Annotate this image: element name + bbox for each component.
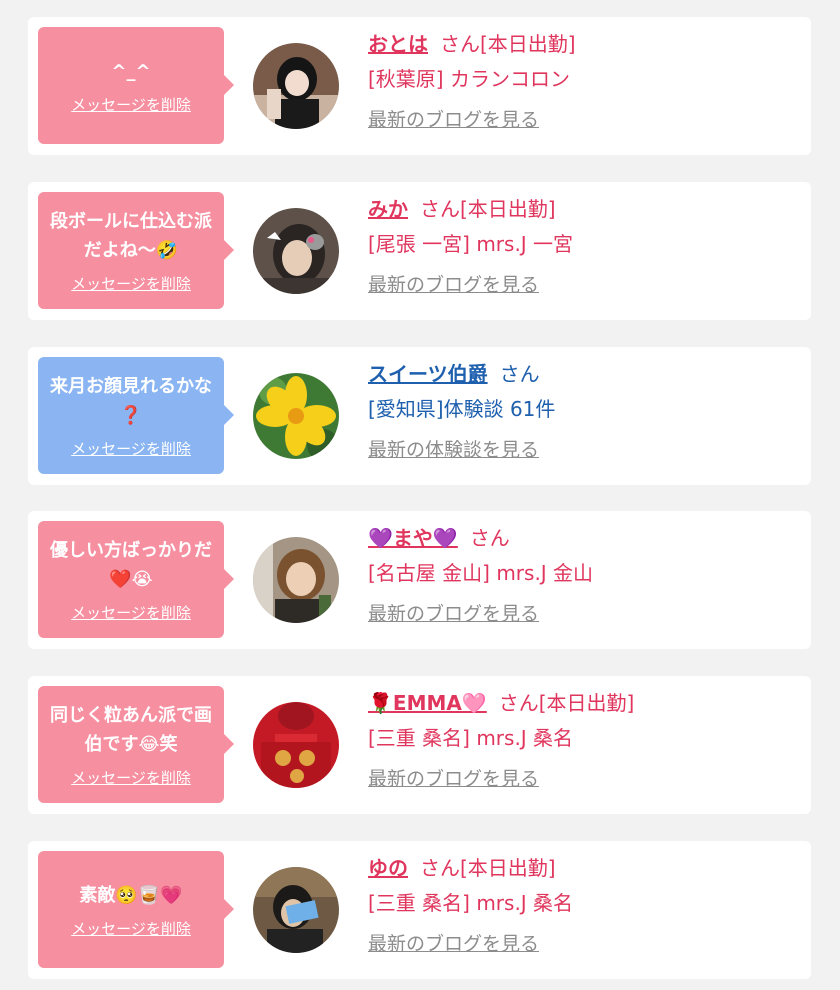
message-card: 段ボールに仕込む派だよね〜🤣 メッセージを削除 みか さん[本日出勤] [尾張 一… — [28, 182, 811, 320]
delete-message-link[interactable]: メッセージを削除 — [71, 94, 191, 115]
attendance-status: [本日出勤] — [480, 32, 576, 56]
honorific: さん — [499, 362, 540, 386]
message-card: 優しい方ばっかりだ❤️😭 メッセージを削除 💜まや💜 さん [名古屋 金山] mr… — [28, 511, 811, 649]
user-name-link[interactable]: 🌹EMMA🩷 — [368, 691, 487, 715]
honorific: さん — [420, 856, 460, 880]
latest-blog-link[interactable]: 最新のブログを見る — [368, 599, 539, 626]
latest-blog-link[interactable]: 最新のブログを見る — [368, 929, 539, 956]
attendance-status: [本日出勤] — [460, 856, 556, 880]
message-bubble: 来月お顔見れるかな❓ メッセージを削除 — [38, 357, 234, 474]
user-name-link[interactable]: ゆの — [368, 856, 408, 880]
message-card: ^_^ メッセージを削除 おとは さん[本日出勤] [秋葉原] カランコロン 最新… — [28, 17, 811, 155]
latest-blog-link[interactable]: 最新のブログを見る — [368, 105, 539, 132]
avatar[interactable] — [253, 208, 339, 294]
avatar[interactable] — [253, 702, 339, 788]
user-name-link[interactable]: おとは — [368, 32, 428, 56]
message-card: 来月お顔見れるかな❓ メッセージを削除 スイーツ伯爵 さん [愛知県]体験談 6… — [28, 347, 811, 485]
latest-review-link[interactable]: 最新の体験談を見る — [368, 435, 539, 462]
review-count-info: [愛知県]体験談 61件 — [368, 397, 556, 421]
shop-info: [秋葉原] カランコロン — [368, 67, 570, 91]
message-text: 来月お顔見れるかな❓ — [50, 376, 212, 426]
message-list: ^_^ メッセージを削除 おとは さん[本日出勤] [秋葉原] カランコロン 最新… — [0, 0, 840, 990]
delete-message-link[interactable]: メッセージを削除 — [71, 273, 191, 294]
shop-info: [三重 桑名] mrs.J 桑名 — [368, 726, 574, 750]
user-info: みか さん[本日出勤] [尾張 一宮] mrs.J 一宮 最新のブログを見る — [368, 192, 801, 297]
honorific: さん — [440, 32, 480, 56]
delete-message-link[interactable]: メッセージを削除 — [71, 602, 191, 623]
avatar[interactable] — [253, 373, 339, 459]
delete-message-link[interactable]: メッセージを削除 — [71, 767, 191, 788]
latest-blog-link[interactable]: 最新のブログを見る — [368, 270, 539, 297]
honorific: さん — [469, 526, 510, 550]
user-info: 🌹EMMA🩷 さん[本日出勤] [三重 桑名] mrs.J 桑名 最新のブログを見… — [368, 686, 801, 791]
message-bubble: ^_^ メッセージを削除 — [38, 27, 234, 144]
user-info: 💜まや💜 さん [名古屋 金山] mrs.J 金山 最新のブログを見る — [368, 521, 801, 626]
user-name-link[interactable]: 💜まや💜 — [368, 526, 458, 550]
message-bubble: 優しい方ばっかりだ❤️😭 メッセージを削除 — [38, 521, 234, 638]
avatar[interactable] — [253, 537, 339, 623]
avatar[interactable] — [253, 43, 339, 129]
message-card: 素敵🥺🥃💗 メッセージを削除 ゆの さん[本日出勤] [三重 桑名] mrs.J … — [28, 841, 811, 979]
honorific: さん — [420, 197, 460, 221]
attendance-status: [本日出勤] — [460, 197, 556, 221]
user-name-link[interactable]: みか — [368, 197, 408, 221]
message-text: 優しい方ばっかりだ❤️😭 — [50, 540, 212, 590]
user-info: ゆの さん[本日出勤] [三重 桑名] mrs.J 桑名 最新のブログを見る — [368, 851, 801, 956]
attendance-status: [本日出勤] — [538, 691, 635, 715]
avatar[interactable] — [253, 867, 339, 953]
message-bubble: 素敵🥺🥃💗 メッセージを削除 — [38, 851, 234, 968]
honorific: さん — [498, 691, 539, 715]
message-text: 同じく粒あん派で画伯です😂笑 — [50, 705, 212, 755]
message-text: ^_^ — [111, 60, 151, 82]
user-name-link[interactable]: スイーツ伯爵 — [368, 362, 488, 386]
shop-info: [尾張 一宮] mrs.J 一宮 — [368, 232, 574, 256]
delete-message-link[interactable]: メッセージを削除 — [71, 918, 191, 939]
message-card: 同じく粒あん派で画伯です😂笑 メッセージを削除 🌹EMMA🩷 さん[本日出勤] [… — [28, 676, 811, 814]
message-text: 段ボールに仕込む派だよね〜🤣 — [50, 211, 212, 261]
message-text: 素敵🥺🥃💗 — [79, 884, 183, 906]
message-bubble: 同じく粒あん派で画伯です😂笑 メッセージを削除 — [38, 686, 234, 803]
latest-blog-link[interactable]: 最新のブログを見る — [368, 764, 539, 791]
delete-message-link[interactable]: メッセージを削除 — [71, 438, 191, 459]
user-info: おとは さん[本日出勤] [秋葉原] カランコロン 最新のブログを見る — [368, 27, 801, 132]
message-bubble: 段ボールに仕込む派だよね〜🤣 メッセージを削除 — [38, 192, 234, 309]
user-info: スイーツ伯爵 さん [愛知県]体験談 61件 最新の体験談を見る — [368, 357, 801, 462]
shop-info: [名古屋 金山] mrs.J 金山 — [368, 561, 594, 585]
shop-info: [三重 桑名] mrs.J 桑名 — [368, 891, 574, 915]
